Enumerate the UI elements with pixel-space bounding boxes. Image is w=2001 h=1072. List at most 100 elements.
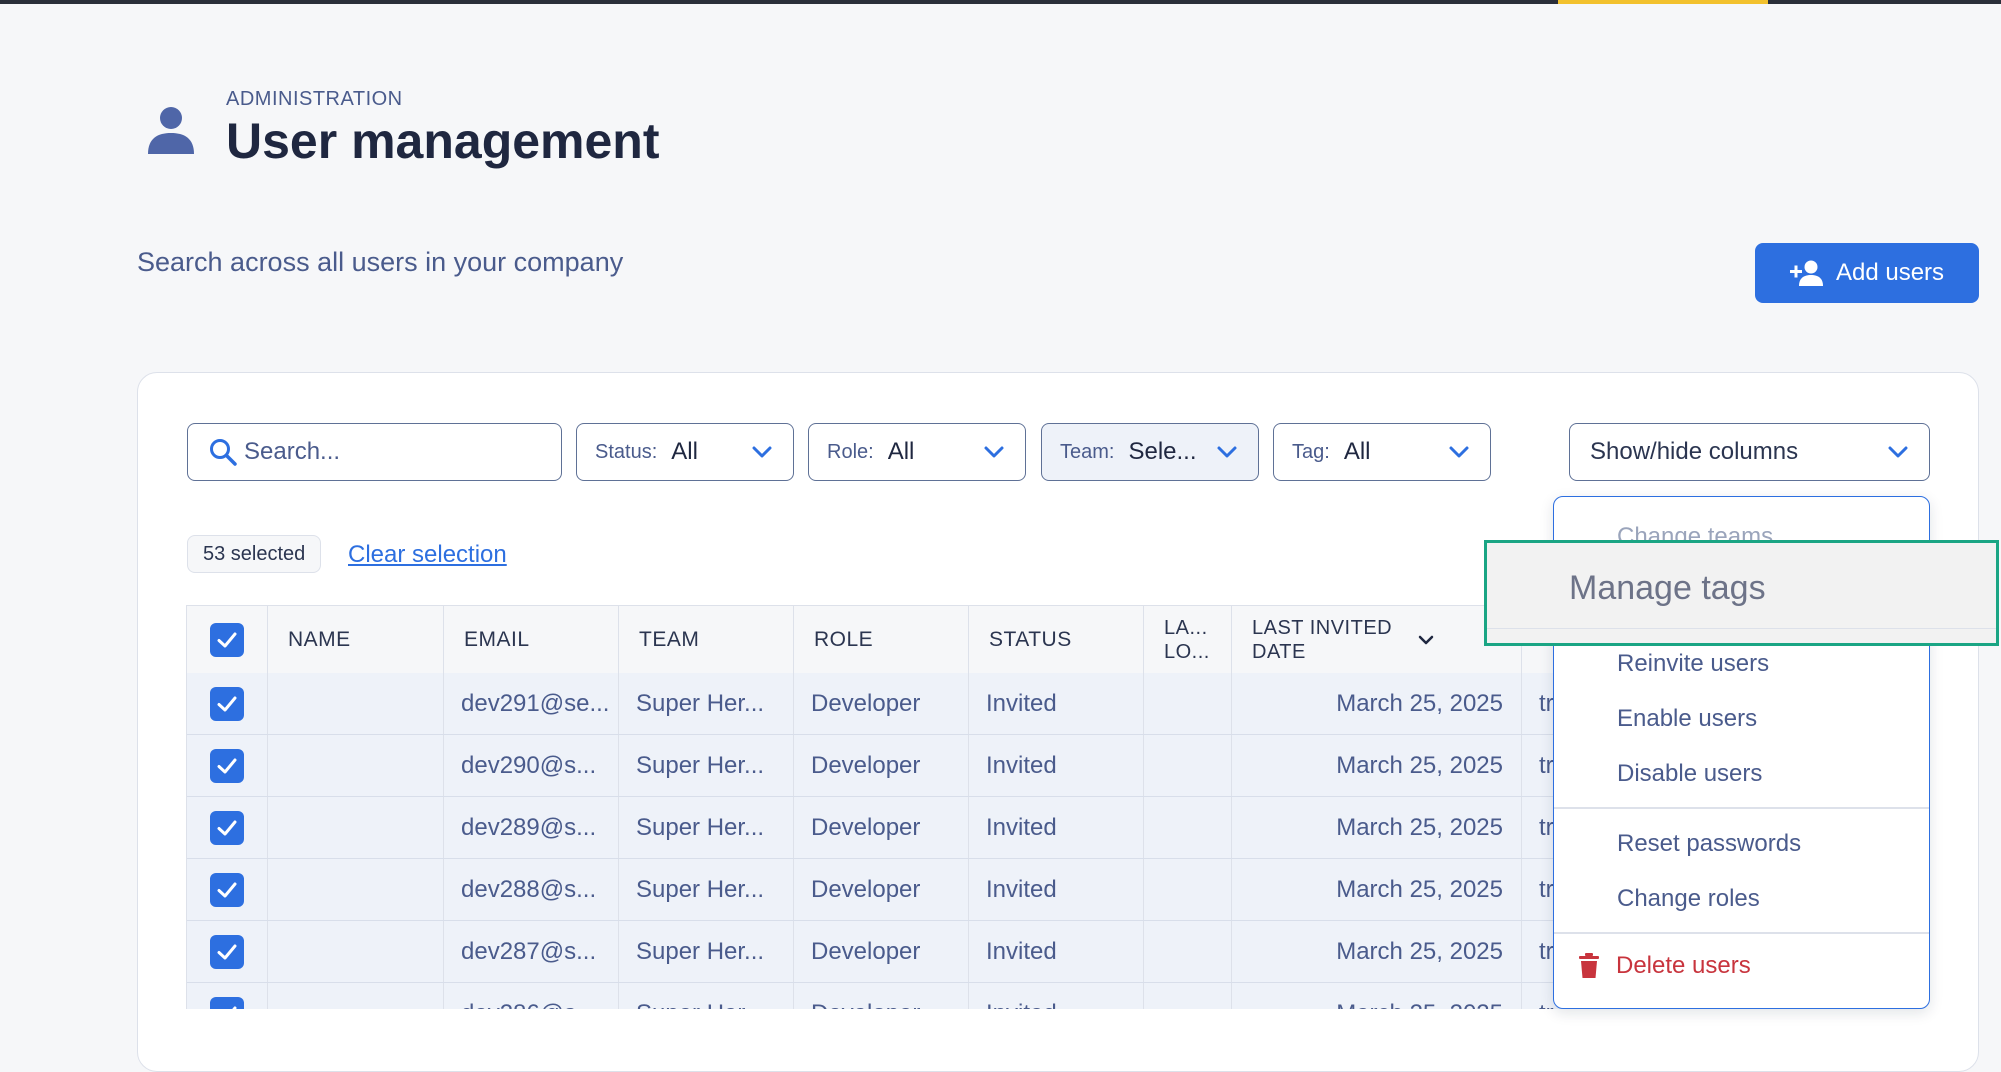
chevron-down-icon bbox=[984, 446, 1004, 458]
checkmark-icon bbox=[217, 696, 237, 711]
column-header-last-login-line1: LA... bbox=[1164, 616, 1208, 639]
row-checkbox-cell bbox=[187, 797, 268, 858]
row-checkbox-cell bbox=[187, 983, 268, 1009]
checkmark-icon bbox=[217, 758, 237, 773]
page-eyebrow: ADMINISTRATION bbox=[226, 88, 403, 110]
cell-name bbox=[268, 797, 444, 858]
checkmark-icon bbox=[231, 1006, 237, 1009]
column-header-invited-line1: LAST INVITED bbox=[1252, 616, 1393, 639]
cell-team: Super Her... bbox=[619, 797, 794, 858]
page-subtitle: Search across all users in your company bbox=[137, 247, 624, 277]
select-all-cell bbox=[187, 606, 268, 673]
menu-item-reset-passwords[interactable]: Reset passwords bbox=[1617, 830, 1801, 858]
column-header-role[interactable]: ROLE bbox=[794, 606, 969, 673]
column-header-team[interactable]: TEAM bbox=[619, 606, 794, 673]
cell-last-invited-date: March 25, 2025 bbox=[1232, 859, 1522, 920]
row-checkbox[interactable] bbox=[210, 934, 244, 969]
cell-email: dev289@s... bbox=[444, 797, 619, 858]
row-checkbox[interactable] bbox=[210, 810, 244, 845]
cell-name bbox=[268, 921, 444, 982]
cell-status: Invited bbox=[969, 673, 1144, 734]
cell-status: Invited bbox=[969, 983, 1144, 1009]
column-header-last-login-line2: LO... bbox=[1164, 640, 1210, 663]
menu-item-manage-tags[interactable]: Manage tags bbox=[1484, 540, 1999, 646]
cell-email: dev288@s... bbox=[444, 859, 619, 920]
cell-role: Developer bbox=[794, 859, 969, 920]
cell-last-invited-date: March 25, 2025 bbox=[1232, 921, 1522, 982]
cell-team: Super Her... bbox=[619, 983, 794, 1009]
row-checkbox-cell bbox=[187, 735, 268, 796]
chevron-down-icon bbox=[752, 446, 772, 458]
cell-role: Developer bbox=[794, 735, 969, 796]
row-checkbox[interactable] bbox=[210, 686, 244, 721]
chevron-down-icon bbox=[1888, 446, 1908, 458]
clear-selection-link[interactable]: Clear selection bbox=[348, 541, 507, 569]
tag-filter[interactable]: Tag: All bbox=[1273, 423, 1491, 481]
cell-last-invited-date: March 25, 2025 bbox=[1232, 983, 1522, 1009]
menu-item-enable-users[interactable]: Enable users bbox=[1617, 705, 1757, 733]
page-title: User management bbox=[226, 113, 660, 169]
cell-name bbox=[268, 859, 444, 920]
status-filter[interactable]: Status: All bbox=[576, 423, 794, 481]
cell-name bbox=[268, 735, 444, 796]
menu-item-disable-users[interactable]: Disable users bbox=[1617, 760, 1762, 788]
team-filter[interactable]: Team: Sele... bbox=[1041, 423, 1259, 481]
checkmark-icon bbox=[217, 820, 237, 835]
column-header-status[interactable]: STATUS bbox=[969, 606, 1144, 673]
cell-status: Invited bbox=[969, 735, 1144, 796]
chevron-down-icon bbox=[1217, 446, 1237, 458]
cell-role: Developer bbox=[794, 797, 969, 858]
cell-role: Developer bbox=[794, 673, 969, 734]
menu-divider bbox=[1487, 627, 1996, 629]
delete-users-label: Delete users bbox=[1616, 952, 1751, 979]
cell-team: Super Her... bbox=[619, 921, 794, 982]
menu-item-delete-users[interactable]: Delete users bbox=[1578, 952, 1751, 980]
tag-filter-label: Tag: bbox=[1292, 440, 1330, 463]
cell-last-login bbox=[1144, 673, 1232, 734]
show-hide-columns-button[interactable]: Show/hide columns bbox=[1569, 423, 1930, 481]
role-filter[interactable]: Role: All bbox=[808, 423, 1026, 481]
cell-email: dev287@s... bbox=[444, 921, 619, 982]
column-header-email[interactable]: EMAIL bbox=[444, 606, 619, 673]
team-filter-value: Sele... bbox=[1128, 438, 1197, 465]
column-header-last-login[interactable]: LA... LO... bbox=[1144, 606, 1232, 673]
cell-last-login bbox=[1144, 797, 1232, 858]
search-icon bbox=[210, 439, 237, 466]
row-checkbox[interactable] bbox=[210, 872, 244, 907]
team-filter-label: Team: bbox=[1060, 440, 1115, 463]
row-checkbox-cell bbox=[187, 673, 268, 734]
trash-icon bbox=[1579, 953, 1599, 978]
top-bar-accent bbox=[1558, 0, 1768, 4]
row-checkbox[interactable] bbox=[210, 748, 244, 783]
add-users-label: Add users bbox=[1835, 259, 1945, 286]
row-checkbox[interactable] bbox=[210, 996, 244, 1009]
menu-item-reinvite-users[interactable]: Reinvite users bbox=[1617, 650, 1769, 678]
checkmark-icon bbox=[217, 882, 237, 897]
column-header-invited-line2: DATE bbox=[1252, 640, 1306, 663]
manage-tags-label: Manage tags bbox=[1569, 568, 1766, 607]
menu-divider bbox=[1554, 932, 1929, 934]
search-input[interactable] bbox=[242, 437, 546, 467]
cell-last-login bbox=[1144, 921, 1232, 982]
menu-item-change-roles[interactable]: Change roles bbox=[1617, 885, 1760, 913]
cell-email: dev290@s... bbox=[444, 735, 619, 796]
cell-last-invited-date: March 25, 2025 bbox=[1232, 735, 1522, 796]
cell-last-login bbox=[1144, 859, 1232, 920]
cell-team: Super Her... bbox=[619, 673, 794, 734]
menu-divider bbox=[1554, 807, 1929, 809]
checkmark-icon bbox=[217, 944, 237, 959]
role-filter-label: Role: bbox=[827, 440, 874, 463]
tag-filter-value: All bbox=[1343, 438, 1371, 465]
status-filter-label: Status: bbox=[595, 440, 658, 463]
select-all-checkbox[interactable] bbox=[210, 622, 244, 657]
add-users-button[interactable]: Add users bbox=[1755, 243, 1979, 303]
search-box[interactable] bbox=[187, 423, 562, 481]
column-header-name[interactable]: NAME bbox=[268, 606, 444, 673]
role-filter-value: All bbox=[887, 438, 915, 465]
cell-last-invited-date: March 25, 2025 bbox=[1232, 797, 1522, 858]
cell-name bbox=[268, 983, 444, 1009]
cell-status: Invited bbox=[969, 921, 1144, 982]
cell-last-login bbox=[1144, 983, 1232, 1009]
column-header-last-invited-date[interactable]: LAST INVITED DATE bbox=[1232, 606, 1522, 673]
add-user-icon bbox=[1789, 260, 1823, 286]
